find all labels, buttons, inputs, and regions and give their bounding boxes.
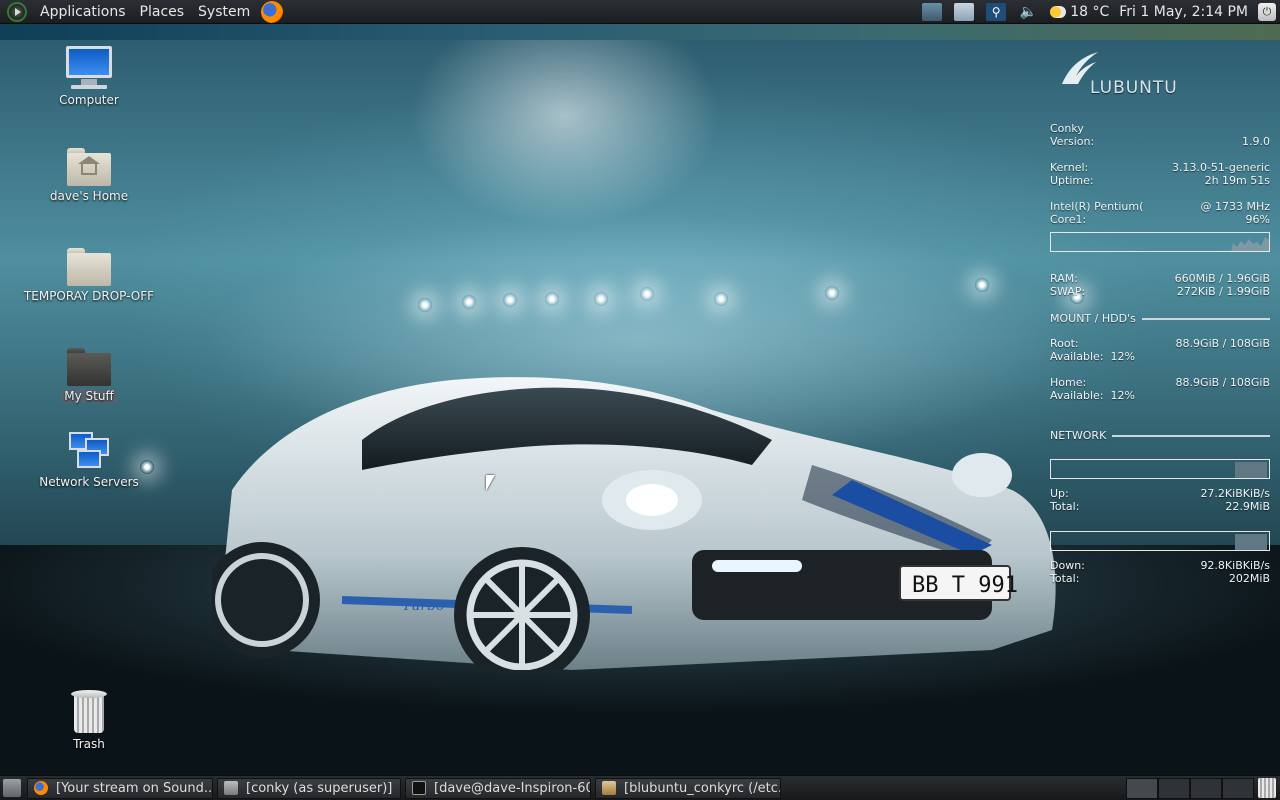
conky-version-row: Version: 1.9.0 <box>1050 135 1270 148</box>
weather-temperature: 18 °C <box>1070 3 1110 20</box>
workspace-4[interactable] <box>1222 777 1254 799</box>
turbo-script: Turbo <box>402 598 444 614</box>
folder-icon <box>67 348 111 386</box>
network-section-heading: NETWORK <box>1050 429 1270 442</box>
stadium-light <box>545 292 559 306</box>
workspace-2[interactable] <box>1158 777 1190 799</box>
workspace-pager <box>1126 777 1254 799</box>
taskbar-item-conky[interactable]: [conky (as superuser)] <box>217 777 401 799</box>
weather-applet[interactable]: 18 °C <box>1050 4 1109 20</box>
conky-core-row: Core1: 96% <box>1050 213 1270 226</box>
firefox-launcher-icon[interactable] <box>261 0 284 23</box>
taskbar-item-text-editor[interactable]: [blubuntu_conkyrc (/etc... <box>595 777 781 799</box>
network-servers-icon <box>67 432 111 472</box>
desktop-icon-label: My Stuff <box>61 389 117 403</box>
license-plate-text: BB T 991 <box>912 573 1018 598</box>
conky-home-available-row: Available: 12% <box>1050 389 1135 402</box>
conky-down-total-row: Total: 202MiB <box>1050 572 1270 585</box>
clipboard-icon[interactable] <box>954 2 975 21</box>
stadium-light <box>714 292 728 306</box>
workspace-3[interactable] <box>1190 777 1222 799</box>
desktop-icon-label: TEMPORAY DROP-OFF <box>23 289 155 303</box>
shutdown-icon[interactable]: ⏻ <box>1258 2 1276 21</box>
stadium-light <box>418 298 432 312</box>
desktop-wallpaper: BB T 991 Turbo <box>0 40 1280 775</box>
conky-up-row: Up: 27.2KiBKiB/s <box>1050 487 1270 500</box>
desktop-icon-trash[interactable]: Trash <box>14 690 164 751</box>
download-graph <box>1050 531 1270 551</box>
desktop-icon-temporay-drop-off[interactable]: TEMPORAY DROP-OFF <box>14 248 164 303</box>
home-folder-icon <box>67 148 111 186</box>
workspace-1[interactable] <box>1126 777 1158 799</box>
menu-applications[interactable]: Applications <box>33 4 133 20</box>
top-panel: Applications Places System ⚲ 🔈 18 °C Fri… <box>0 0 1280 24</box>
desktop-icon-label: Trash <box>73 737 105 751</box>
taskbar-item-terminal[interactable]: [dave@dave-Inspiron-60... <box>405 777 591 799</box>
conky-ram-row: RAM: 660MiB / 1.96GiB <box>1050 272 1270 285</box>
computer-icon <box>65 46 113 90</box>
trash-icon <box>71 690 107 734</box>
lubuntu-menu-icon[interactable] <box>7 1 27 22</box>
conky-up-total-row: Total: 22.9MiB <box>1050 500 1270 513</box>
menu-system[interactable]: System <box>191 4 257 20</box>
terminal-icon <box>412 781 426 795</box>
partly-cloudy-icon <box>1050 5 1067 18</box>
mouse-cursor <box>486 475 495 491</box>
panel-accent-strip <box>0 24 1280 40</box>
desktop-icon-label: dave's Home <box>49 189 129 203</box>
window-icon <box>224 781 238 795</box>
conky-kernel-row: Kernel: 3.13.0-51-generic <box>1050 161 1270 174</box>
cpu-graph <box>1050 232 1270 252</box>
lubuntu-logo-text: LUBUNTU <box>1090 78 1178 98</box>
conky-root-available-row: Available: 12% <box>1050 350 1135 363</box>
clock[interactable]: Fri 1 May, 2:14 PM <box>1119 4 1248 20</box>
conky-app-name: Conky <box>1050 122 1084 135</box>
taskbar-item-firefox[interactable]: [Your stream on Sound... <box>27 777 213 799</box>
stadium-light <box>640 287 654 301</box>
trash-applet-icon[interactable] <box>1258 778 1276 798</box>
conky-root-row: Root: 88.9GiB / 108GiB <box>1050 337 1270 350</box>
conky-uptime-row: Uptime: 2h 19m 51s <box>1050 174 1270 187</box>
menu-places[interactable]: Places <box>133 4 192 20</box>
conky-swap-row: SWAP: 272KiB / 1.99GiB <box>1050 285 1270 298</box>
show-desktop-icon[interactable] <box>3 779 21 797</box>
conky-home-row: Home: 88.9GiB / 108GiB <box>1050 376 1270 389</box>
stadium-light <box>503 293 517 307</box>
stadium-light <box>594 292 608 306</box>
text-editor-icon <box>602 781 616 795</box>
search-icon[interactable]: ⚲ <box>986 2 1007 21</box>
desktop-icon-label: Network Servers <box>39 475 139 489</box>
mount-section-heading: MOUNT / HDD's <box>1050 312 1270 325</box>
stadium-light <box>975 278 989 292</box>
volume-icon[interactable]: 🔈 <box>1018 3 1038 21</box>
network-manager-icon[interactable] <box>922 2 943 21</box>
folder-icon <box>67 248 111 286</box>
stadium-light <box>462 295 476 309</box>
desktop-icon-computer[interactable]: Computer <box>14 46 164 107</box>
sports-car-image: BB T 991 Turbo <box>212 377 1056 670</box>
system-tray: ⚲ 🔈 18 °C Fri 1 May, 2:14 PM ⏻ <box>916 0 1280 24</box>
firefox-icon <box>34 781 48 795</box>
bottom-panel: [Your stream on Sound... [conky (as supe… <box>0 775 1280 800</box>
desktop-icon-network-servers[interactable]: Network Servers <box>14 432 164 489</box>
upload-graph <box>1050 459 1270 479</box>
desktop-icon-my-stuff[interactable]: My Stuff <box>14 348 164 403</box>
desktop-icon-label: Computer <box>59 93 119 107</box>
desktop-icon-home[interactable]: dave's Home <box>14 148 164 203</box>
stadium-light <box>825 286 839 300</box>
conky-down-row: Down: 92.8KiBKiB/s <box>1050 559 1270 572</box>
conky-cpu-row: Intel(R) Pentium(@ 1733 MHz <box>1050 200 1270 213</box>
